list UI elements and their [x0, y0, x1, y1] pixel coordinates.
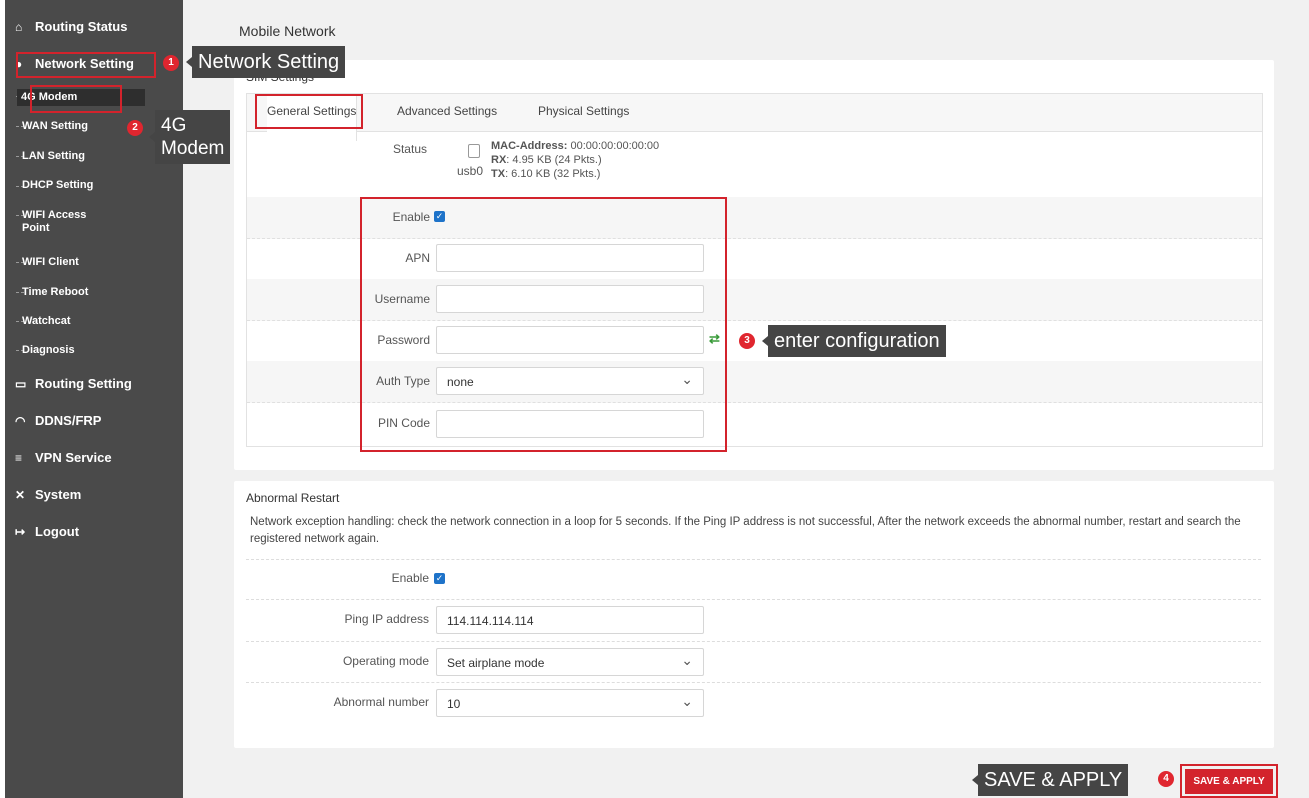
step-badge-2: 2 [127, 120, 143, 136]
interface-name: usb0 [457, 164, 484, 178]
sidebar-item-system[interactable]: ✕ System [15, 487, 81, 502]
step-badge-3: 3 [739, 333, 755, 349]
sidebar-label: VPN Service [35, 450, 112, 465]
sidebar-item-ddns[interactable]: ◠ DDNS/FRP [15, 413, 101, 428]
callout-4g-line2: Modem [161, 138, 225, 159]
sidebar-item-vpn[interactable]: ≡ VPN Service [15, 450, 112, 465]
sidebar-subitem-watchcat[interactable]: Watchcat [22, 315, 142, 328]
sidebar-subitem-wifi-client[interactable]: WIFI Client [22, 256, 142, 269]
sidebar-subitem-dhcp-setting[interactable]: DHCP Setting [22, 179, 142, 192]
tab-advanced-settings[interactable]: Advanced Settings [397, 104, 497, 118]
list-icon: ≡ [15, 450, 23, 465]
sidebar-item-routing-setting[interactable]: ▭ Routing Setting [15, 376, 132, 391]
sidebar-item-logout[interactable]: ↦ Logout [15, 524, 79, 539]
gauge-icon: ◠ [15, 413, 26, 428]
highlight-4g-modem [30, 85, 122, 113]
sidebar-subitem-wifi-access-point[interactable]: WIFI Access Point [22, 209, 102, 235]
tab-physical-settings[interactable]: Physical Settings [538, 104, 629, 118]
highlight-network-setting [16, 52, 156, 78]
sidebar-item-routing-status[interactable]: ⌂ Routing Status [15, 19, 127, 34]
status-row: Status usb0 MAC-Address: 00:00:00:00:00:… [247, 130, 1262, 198]
callout-enter-configuration: enter configuration [762, 325, 946, 357]
sidebar-label: DDNS/FRP [35, 413, 102, 428]
callout-4g-line1: 4G [161, 115, 187, 136]
abnormal-restart-panel: Abnormal Restart Network exception handl… [234, 481, 1274, 748]
highlight-general-settings [255, 94, 363, 129]
tab-bar: General Settings Advanced Settings Physi… [246, 93, 1263, 141]
home-icon: ⌂ [15, 19, 23, 34]
operating-mode-value: Set airplane mode [447, 656, 545, 670]
logout-icon: ↦ [15, 524, 26, 539]
divider [246, 641, 1261, 642]
sidebar-label: Routing Status [35, 19, 128, 34]
ping-ip-label: Ping IP address [344, 612, 430, 626]
sidebar-subitem-time-reboot[interactable]: Time Reboot [22, 286, 142, 299]
tx-value: : 6.10 KB (32 Pkts.) [505, 168, 601, 180]
highlight-save-apply [1180, 764, 1278, 798]
status-label: Status [392, 142, 427, 156]
sidebar-subitem-lan-setting[interactable]: LAN Setting [22, 150, 142, 163]
status-details: MAC-Address: 00:00:00:00:00:00 RX: 4.95 … [491, 139, 659, 181]
sidebar-label: Logout [35, 524, 80, 539]
divider [246, 599, 1261, 600]
sidebar-subitem-wan-setting[interactable]: WAN Setting [22, 120, 142, 133]
tools-icon: ✕ [15, 487, 26, 502]
abnormal-restart-legend: Abnormal Restart [246, 491, 340, 505]
restart-enable-checkbox[interactable]: ✓ [434, 573, 445, 584]
sidebar-subitem-diagnosis[interactable]: Diagnosis [22, 344, 142, 357]
operating-mode-label: Operating mode [342, 654, 429, 668]
callout-save-apply: SAVE & APPLY [971, 764, 1129, 796]
abnormal-number-value: 10 [447, 697, 461, 711]
operating-mode-select[interactable]: Set airplane mode [436, 648, 704, 676]
device-icon [468, 144, 480, 158]
sidebar-label: System [35, 487, 82, 502]
highlight-config-fields [360, 197, 727, 452]
sidebar-label: Routing Setting [35, 376, 132, 391]
rx-label: RX [491, 154, 507, 166]
rx-value: : 4.95 KB (24 Pkts.) [506, 154, 602, 166]
mac-value: 00:00:00:00:00:00 [570, 140, 660, 152]
step-badge-1: 1 [163, 55, 179, 71]
abnormal-restart-description: Network exception handling: check the ne… [250, 516, 1241, 545]
calendar-icon: ▭ [15, 376, 27, 391]
ping-ip-input[interactable]: 114.114.114.114 [436, 606, 704, 634]
abnormal-number-select[interactable]: 10 [436, 689, 704, 717]
abnormal-number-label: Abnormal number [333, 695, 429, 709]
step-badge-4: 4 [1158, 771, 1174, 787]
divider [246, 559, 1261, 560]
mac-label: MAC-Address: [491, 140, 568, 152]
page-title: Mobile Network [239, 23, 336, 39]
divider [246, 682, 1261, 683]
callout-network-setting: Network Setting [185, 46, 346, 78]
restart-enable-label: Enable [391, 571, 429, 585]
tx-label: TX [491, 168, 506, 180]
callout-4g-modem: 4G Modem [148, 110, 231, 164]
